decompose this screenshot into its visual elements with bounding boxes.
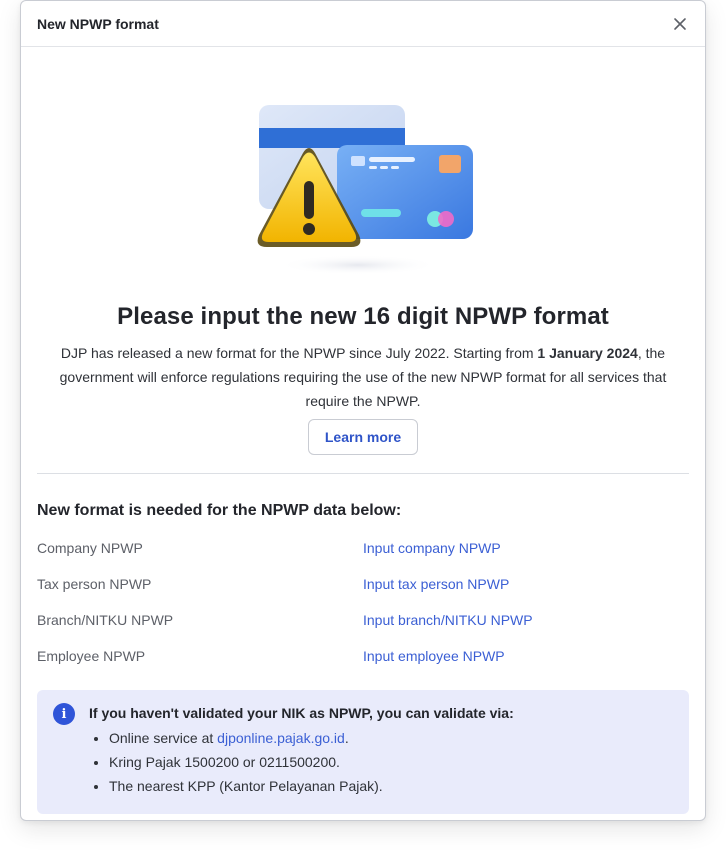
djponline-link[interactable]: djponline.pajak.go.id xyxy=(217,730,345,746)
info-icon: i xyxy=(53,703,75,725)
info-item-online-text: Online service at xyxy=(109,730,218,746)
info-title: If you haven't validated your NIK as NPW… xyxy=(89,705,514,721)
modal-body: Please input the new 16 digit NPWP forma… xyxy=(21,95,705,814)
warning-card-illustration xyxy=(257,105,473,275)
divider xyxy=(37,473,689,474)
learn-more-wrap: Learn more xyxy=(37,419,689,455)
npwp-row-company: Company NPWP Input company NPWP xyxy=(37,530,689,566)
page-title: Please input the new 16 digit NPWP forma… xyxy=(117,303,609,330)
row-label: Tax person NPWP xyxy=(37,576,152,592)
npwp-row-branch: Branch/NITKU NPWP Input branch/NITKU NPW… xyxy=(37,602,689,638)
info-item-kpp: The nearest KPP (Kantor Pelayanan Pajak)… xyxy=(109,774,514,798)
npwp-modal: New NPWP format Please input the new 16 … xyxy=(20,0,706,821)
npwp-list: Company NPWP Input company NPWP Tax pers… xyxy=(37,530,689,674)
description-date: 1 January 2024 xyxy=(537,345,638,361)
description: DJP has released a new format for the NP… xyxy=(37,341,689,413)
input-company-npwp-link[interactable]: Input company NPWP xyxy=(363,540,501,556)
description-part-1: DJP has released a new format for the NP… xyxy=(60,345,538,361)
info-item-online-suffix: . xyxy=(344,730,349,746)
close-icon xyxy=(674,17,686,30)
npwp-row-tax-person: Tax person NPWP Input tax person NPWP xyxy=(37,566,689,602)
input-employee-npwp-link[interactable]: Input employee NPWP xyxy=(363,648,505,664)
row-label: Employee NPWP xyxy=(37,648,146,664)
info-item-online: Online service at djponline.pajak.go.id. xyxy=(109,726,514,750)
info-content: If you haven't validated your NIK as NPW… xyxy=(89,702,514,798)
info-box: i If you haven't validated your NIK as N… xyxy=(37,690,689,814)
info-item-kring-pajak: Kring Pajak 1500200 or 0211500200. xyxy=(109,750,514,774)
row-label: Branch/NITKU NPWP xyxy=(37,612,174,628)
npwp-row-employee: Employee NPWP Input employee NPWP xyxy=(37,638,689,674)
learn-more-button[interactable]: Learn more xyxy=(307,419,419,455)
info-list: Online service at djponline.pajak.go.id.… xyxy=(89,726,514,798)
input-tax-person-npwp-link[interactable]: Input tax person NPWP xyxy=(363,576,509,592)
input-branch-npwp-link[interactable]: Input branch/NITKU NPWP xyxy=(363,612,533,628)
section-title: New format is needed for the NPWP data b… xyxy=(37,502,402,519)
row-label: Company NPWP xyxy=(37,540,143,556)
modal-header: New NPWP format xyxy=(21,1,705,47)
close-button[interactable] xyxy=(669,13,691,35)
modal-title: New NPWP format xyxy=(37,15,159,32)
